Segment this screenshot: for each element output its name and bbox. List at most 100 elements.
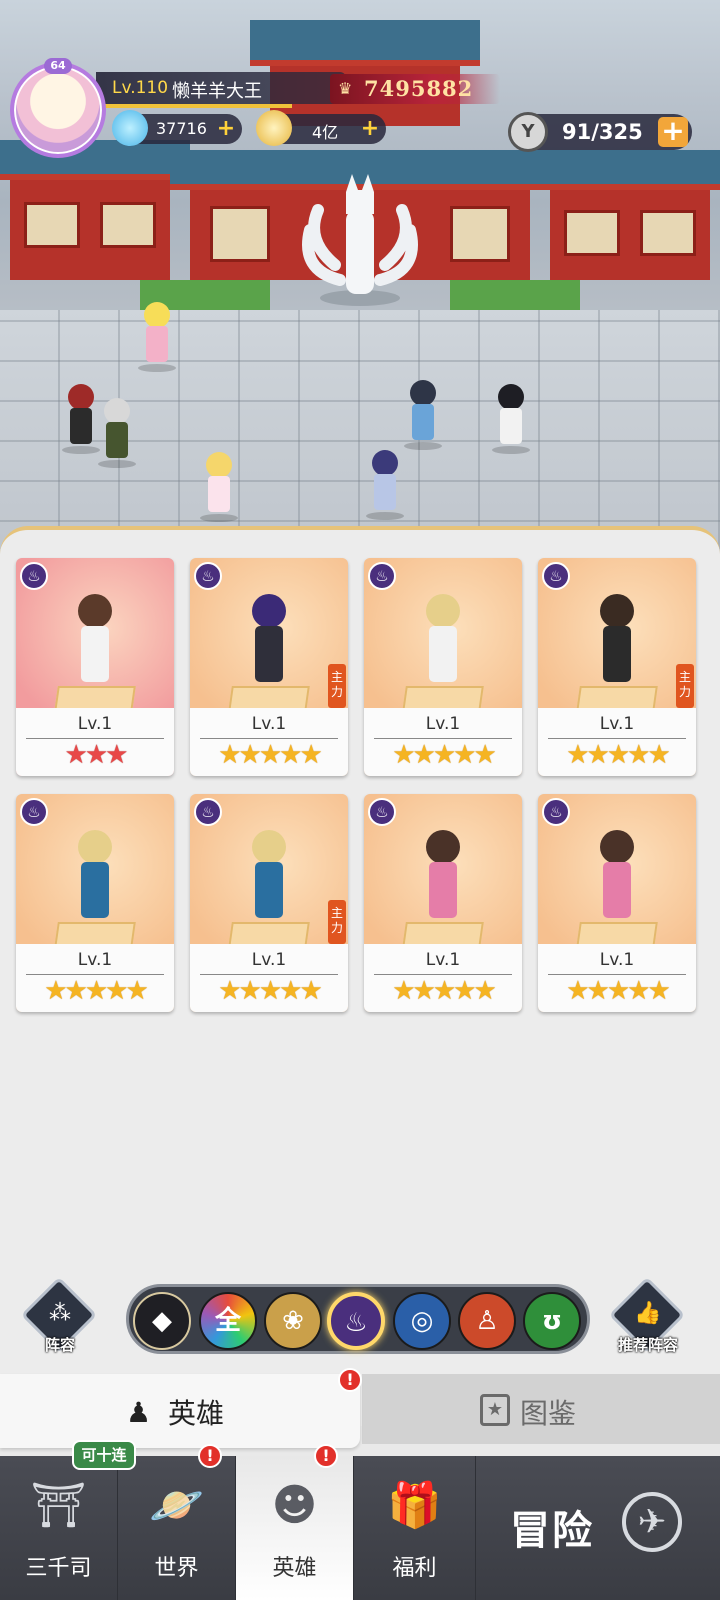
hero-sprite bbox=[418, 830, 468, 922]
hero-stars: ★★★★★ bbox=[566, 740, 671, 770]
nav-hero-alert-badge: ! bbox=[314, 1444, 338, 1468]
dna-icon[interactable]: ʊ bbox=[523, 1292, 581, 1350]
all-icon: 全 bbox=[214, 1306, 241, 1336]
scene-hero-red-hair bbox=[60, 384, 100, 454]
tab-hero-alert-badge: ! bbox=[338, 1368, 362, 1392]
main-hero-tag: 主力 bbox=[328, 900, 346, 944]
dark-flame-icon[interactable]: ♨ bbox=[327, 1292, 385, 1350]
player-name-bar: Lv.110 懒羊羊大王 bbox=[96, 72, 346, 104]
diamond-class-icon[interactable]: ◆ bbox=[133, 1292, 191, 1350]
hero-level: Lv.1 bbox=[599, 714, 635, 734]
dark-flame-icon: ♨ bbox=[20, 798, 48, 826]
dark-flame-icon: ♨ bbox=[368, 562, 396, 590]
player-level: Lv.110 bbox=[112, 78, 169, 98]
hero-card[interactable]: ♨ Lv.1 ★★★★★ bbox=[364, 558, 522, 776]
temple-top-roof bbox=[250, 20, 480, 66]
dark-flame-icon: ♨ bbox=[194, 562, 222, 590]
compass-icon: ✈ bbox=[622, 1492, 682, 1552]
hero-card[interactable]: ♨ Lv.1 ★★★★★ bbox=[364, 794, 522, 1012]
hero-stars: ★★★★★ bbox=[566, 976, 671, 1006]
diamond-count: 37716 bbox=[156, 119, 207, 138]
filter-all-button[interactable]: 全 bbox=[199, 1292, 257, 1350]
meditation-icon[interactable]: ♙ bbox=[458, 1292, 516, 1350]
hero-stars: ★★★★★ bbox=[392, 976, 497, 1006]
combat-power: ♛ 7495882 bbox=[330, 74, 500, 104]
main-hero-tag: 主力 bbox=[328, 664, 346, 708]
nav-item-sanqiansi[interactable]: ⛩ 三千司 bbox=[0, 1456, 118, 1600]
nav-item-world[interactable]: 🪐 世界 bbox=[118, 1456, 236, 1600]
adventure-button[interactable]: 冒险 ✈ bbox=[476, 1456, 720, 1600]
hero-card[interactable]: ♨ Lv.1 ★★★★★ bbox=[538, 794, 696, 1012]
hero-level: Lv.1 bbox=[251, 714, 287, 734]
nav-label-sanqiansi: 三千司 bbox=[25, 1556, 92, 1581]
hero-level: Lv.1 bbox=[425, 714, 461, 734]
dark-flame-icon: ♨ bbox=[194, 798, 222, 826]
hero-card[interactable]: ♨ Lv.1 ★★★★★ 主力 bbox=[538, 558, 696, 776]
xp-bar bbox=[96, 104, 292, 108]
right-pavilion bbox=[550, 190, 710, 280]
dark-flame-icon: ♨ bbox=[542, 562, 570, 590]
add-gold-button[interactable]: + bbox=[360, 118, 380, 140]
hero-silhouette-icon: ♟ bbox=[126, 1396, 152, 1429]
recommend-formation-button[interactable]: 👍 推荐阵容 bbox=[608, 1276, 686, 1360]
planet-icon: 🪐 bbox=[149, 1480, 204, 1531]
diamond-icon bbox=[112, 110, 148, 146]
nav-label-hero: 英雄 bbox=[272, 1556, 317, 1581]
nav-item-hero[interactable]: ☻ 英雄 bbox=[236, 1456, 354, 1600]
hero-screen: Lv.110 懒羊羊大王 ♛ 7495882 64 37716 + 4亿 + Y… bbox=[0, 0, 720, 1600]
dark-flame-icon: ♨ bbox=[368, 798, 396, 826]
main-hero-tag: 主力 bbox=[676, 664, 694, 708]
power-value: 7495882 bbox=[364, 76, 474, 101]
hero-sprite bbox=[592, 830, 642, 922]
energy-emblem-icon: Y bbox=[508, 112, 548, 152]
nav-label-welfare: 福利 bbox=[392, 1556, 437, 1581]
formation-label: 阵容 bbox=[44, 1336, 75, 1354]
gold-resource: 4亿 + bbox=[256, 110, 386, 146]
add-energy-button[interactable]: + bbox=[658, 117, 688, 147]
hero-sprite bbox=[592, 594, 642, 686]
scene-hero-white-hair bbox=[96, 398, 136, 468]
avatar-level-badge: 64 bbox=[44, 58, 72, 74]
scene-hero-black-hair-girl bbox=[490, 384, 530, 454]
hero-level: Lv.1 bbox=[251, 950, 287, 970]
hero-card[interactable]: ♨ Lv.1 ★★★★★ 主力 bbox=[190, 794, 348, 1012]
formation-network-icon: ⁂ bbox=[49, 1301, 71, 1326]
adventure-label: 冒险 bbox=[510, 1508, 594, 1554]
tab-dex[interactable]: ★ 图鉴 bbox=[362, 1374, 720, 1444]
formation-button[interactable]: ⁂ 阵容 bbox=[20, 1276, 98, 1360]
player-avatar[interactable] bbox=[10, 62, 106, 158]
energy-count: 91/325 bbox=[562, 120, 643, 144]
hero-stars: ★★★★★ bbox=[392, 740, 497, 770]
hero-sprite bbox=[244, 830, 294, 922]
energy-resource: Y 91/325 + bbox=[508, 112, 692, 152]
scene-hero-purple-hair bbox=[364, 450, 404, 520]
hero-stars: ★★★★★ bbox=[218, 740, 323, 770]
add-diamond-button[interactable]: + bbox=[216, 118, 236, 140]
hero-sprite bbox=[418, 594, 468, 686]
player-name: 懒羊羊大王 bbox=[172, 81, 262, 102]
hero-level: Lv.1 bbox=[77, 714, 113, 734]
tab-hero-label: 英雄 bbox=[168, 1397, 225, 1430]
hero-card[interactable]: ♨ Lv.1 ★★★ bbox=[16, 558, 174, 776]
hero-card[interactable]: ♨ Lv.1 ★★★★★ 主力 bbox=[190, 558, 348, 776]
hero-level: Lv.1 bbox=[425, 950, 461, 970]
diamond-resource: 37716 + bbox=[112, 110, 242, 146]
tab-hero[interactable]: ♟ 英雄 bbox=[0, 1374, 360, 1448]
fox-statue bbox=[302, 174, 418, 306]
nav-item-welfare[interactable]: 🎁 福利 bbox=[354, 1456, 476, 1600]
recommend-label: 推荐阵容 bbox=[617, 1336, 678, 1354]
power-icon: ♛ bbox=[338, 79, 353, 98]
faction-filter-bar: ◆ 全 ❀ ♨ ◎ ♙ ʊ bbox=[126, 1284, 590, 1354]
hero-head-icon: ☻ bbox=[271, 1480, 318, 1531]
right-lawn bbox=[450, 280, 580, 310]
scene-hero-blonde bbox=[136, 302, 176, 372]
lotus-icon[interactable]: ❀ bbox=[264, 1292, 322, 1350]
gift-box-icon: 🎁 bbox=[387, 1480, 442, 1531]
hero-card[interactable]: ♨ Lv.1 ★★★★★ bbox=[16, 794, 174, 1012]
water-swirl-icon[interactable]: ◎ bbox=[393, 1292, 451, 1350]
left-pavilion bbox=[10, 180, 170, 280]
dark-flame-icon: ♨ bbox=[542, 798, 570, 826]
ten-pull-badge: 可十连 bbox=[72, 1440, 136, 1470]
hero-sprite bbox=[244, 594, 294, 686]
star-book-icon: ★ bbox=[480, 1394, 510, 1426]
